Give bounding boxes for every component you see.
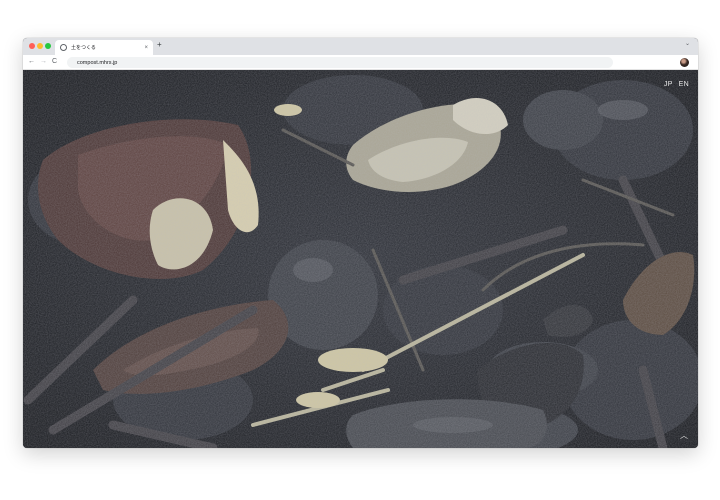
address-bar[interactable]: compost.mhrs.jp [67, 57, 613, 68]
lang-jp-link[interactable]: JP [664, 81, 673, 88]
language-switcher: JP EN [664, 81, 689, 88]
tab-bar: 土をつくる × + ⌄ [23, 38, 698, 55]
tab-title: 土をつくる [71, 45, 96, 51]
scroll-to-top-chevron-icon[interactable]: ︿ [680, 432, 688, 440]
address-text: compost.mhrs.jp [77, 59, 118, 66]
maximize-window-button[interactable] [45, 43, 51, 49]
active-tab[interactable]: 土をつくる × [55, 40, 153, 55]
back-arrow-icon[interactable]: ← [28, 58, 35, 65]
tab-close-icon[interactable]: × [144, 45, 148, 51]
page-content: JP EN ︿ [23, 70, 698, 448]
reload-icon[interactable]: C [52, 58, 57, 65]
tab-search-chevron-icon[interactable]: ⌄ [685, 41, 690, 47]
globe-icon [60, 44, 67, 51]
close-window-button[interactable] [29, 43, 35, 49]
profile-avatar[interactable] [680, 58, 689, 67]
minimize-window-button[interactable] [37, 43, 43, 49]
lang-en-link[interactable]: EN [679, 81, 689, 88]
browser-toolbar: ← → C compost.mhrs.jp [23, 55, 698, 70]
hero-compost-image [23, 70, 698, 448]
browser-window: 土をつくる × + ⌄ ← → C compost.mhrs.jp JP EN … [23, 38, 698, 448]
new-tab-button[interactable]: + [157, 41, 162, 49]
forward-arrow-icon[interactable]: → [40, 58, 47, 65]
